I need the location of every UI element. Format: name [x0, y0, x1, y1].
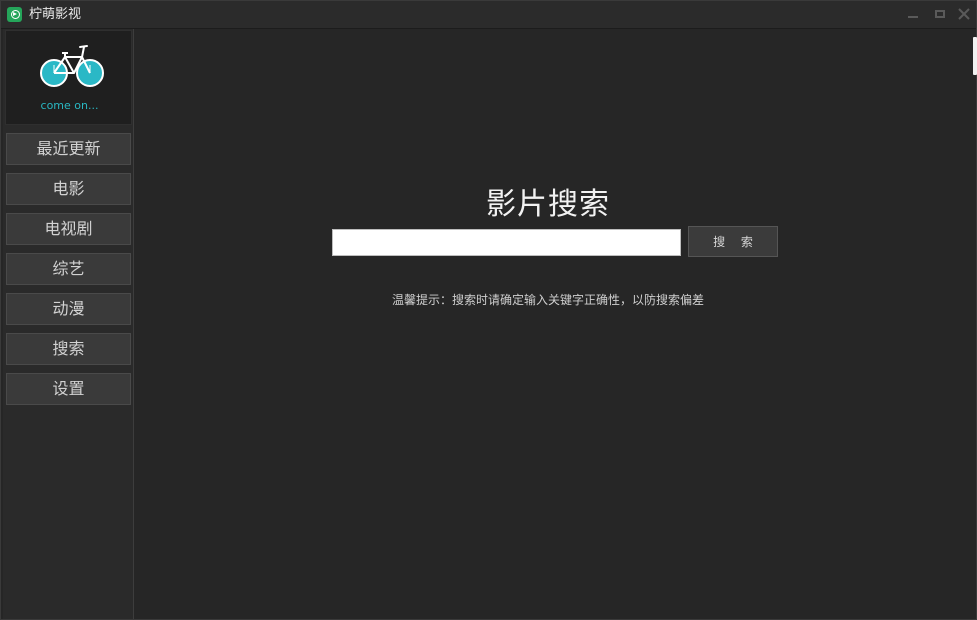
app-window: 柠萌影视 come on... 最近更新 电影 电视剧 综艺 动漫 搜索 设置 …	[0, 0, 977, 620]
app-logo-icon	[7, 7, 22, 22]
sidebar-item-variety[interactable]: 综艺	[6, 253, 131, 285]
search-hint: 温馨提示：搜索时请确定输入关键字正确性，以防搜索偏差	[391, 293, 704, 307]
minimize-button[interactable]	[904, 5, 922, 23]
sidebar-item-tv-series[interactable]: 电视剧	[6, 213, 131, 245]
page-title: 影片搜索	[486, 187, 610, 222]
close-icon	[958, 8, 970, 20]
sidebar-item-anime[interactable]: 动漫	[6, 293, 131, 325]
sidebar: come on... 最近更新 电影 电视剧 综艺 动漫 搜索 设置	[3, 29, 134, 619]
logo-tagline: come on...	[40, 99, 99, 112]
sidebar-item-search[interactable]: 搜索	[6, 333, 131, 365]
close-button[interactable]	[955, 5, 973, 23]
sidebar-item-movies[interactable]: 电影	[6, 173, 131, 205]
window-title: 柠萌影视	[29, 7, 82, 22]
scrollbar[interactable]	[973, 37, 977, 75]
maximize-icon	[935, 10, 945, 18]
maximize-button[interactable]	[931, 5, 949, 23]
sidebar-item-recent[interactable]: 最近更新	[6, 133, 131, 165]
sidebar-item-settings[interactable]: 设置	[6, 373, 131, 405]
minimize-icon	[908, 16, 918, 18]
bicycle-icon	[40, 45, 104, 87]
title-bar[interactable]: 柠萌影视	[1, 1, 976, 29]
logo-panel: come on...	[5, 30, 132, 125]
search-input[interactable]	[332, 229, 681, 256]
main-content: 影片搜索 搜 索 温馨提示：搜索时请确定输入关键字正确性，以防搜索偏差	[135, 29, 976, 619]
search-button[interactable]: 搜 索	[688, 226, 778, 257]
